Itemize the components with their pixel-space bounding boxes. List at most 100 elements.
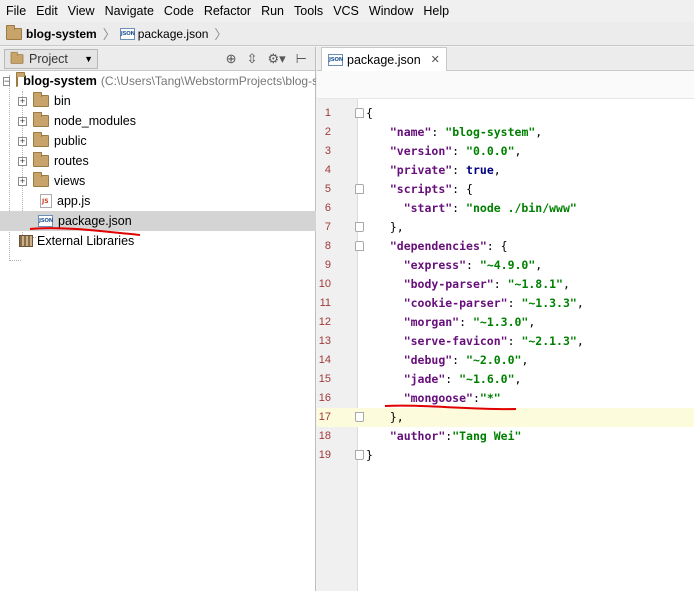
navigation-bar: blog-system 〉 JSON package.json 〉 (0, 22, 694, 46)
tree-item-routes[interactable]: + routes (0, 151, 316, 171)
code-line[interactable]: 11 "cookie-parser": "~1.3.3", (317, 294, 694, 313)
fold-icon[interactable] (355, 108, 364, 118)
line-number: 5 (324, 183, 331, 195)
folder-icon (33, 112, 49, 127)
fold-icon[interactable] (355, 450, 364, 460)
menu-view[interactable]: View (64, 0, 101, 22)
code-line[interactable]: 3 "version": "0.0.0", (317, 142, 694, 161)
line-number: 16 (318, 392, 331, 404)
code-line[interactable]: 19} (317, 446, 694, 465)
expand-icon[interactable]: + (18, 156, 27, 166)
menu-bar: File Edit View Navigate Code Refactor Run Tools… (0, 0, 694, 22)
tree-item-node-modules[interactable]: + node_modules (0, 111, 316, 131)
line-number: 3 (324, 145, 331, 157)
code-line[interactable]: 16 "mongoose":"*" (317, 389, 694, 408)
root-path: (C:\Users\Tang\WebstormProjects\blog-sys… (100, 74, 316, 88)
line-number: 10 (318, 278, 331, 290)
folder-icon (16, 72, 26, 87)
code-text: "morgan": "~1.3.0", (403, 315, 536, 329)
code-line[interactable]: 12 "morgan": "~1.3.0", (317, 313, 694, 332)
tree-item-views[interactable]: + views (0, 171, 316, 191)
tree-item-app-js[interactable]: JS app.js (0, 191, 316, 211)
menu-navigate[interactable]: Navigate (101, 0, 160, 22)
breadcrumb-project-label: blog-system (26, 26, 97, 41)
project-panel-header: Project ▼ ⊕ ⇳ ⚙▾ ⊢ (0, 47, 315, 71)
line-number: 17 (318, 411, 331, 423)
menu-file[interactable]: File (2, 0, 32, 22)
editor-tab-label: package.json (347, 52, 421, 67)
breadcrumb-file-label: package.json (137, 26, 209, 41)
code-text: "start": "node ./bin/www" (403, 201, 577, 215)
expand-icon[interactable]: + (18, 116, 27, 126)
menu-code[interactable]: Code (160, 0, 200, 22)
line-number: 7 (324, 221, 331, 233)
project-tree: − blog-system (C:\Users\Tang\WebstormPro… (0, 71, 316, 591)
code-line[interactable]: 4 "private": true, (317, 161, 694, 180)
close-icon[interactable]: ✕ (431, 53, 440, 66)
expand-icon[interactable]: + (18, 96, 27, 106)
locate-icon[interactable]: ⊕ (226, 51, 237, 67)
code-line[interactable]: 5 "scripts": { (317, 180, 694, 199)
code-text: "name": "blog-system", (389, 125, 543, 139)
editor-top-stripe (317, 71, 694, 99)
gear-icon[interactable]: ⚙▾ (267, 51, 285, 67)
code-text: { (366, 106, 373, 120)
collapse-all-icon[interactable]: ⇳ (247, 51, 258, 67)
tree-item-public[interactable]: + public (0, 131, 316, 151)
code-line[interactable]: 1{ (317, 104, 694, 123)
folder-icon (33, 92, 49, 107)
hide-panel-icon[interactable]: ⊢ (296, 51, 307, 67)
expand-icon[interactable]: + (18, 136, 27, 146)
fold-icon[interactable] (355, 222, 364, 232)
code-text: "cookie-parser": "~1.3.3", (403, 296, 584, 310)
code-line[interactable]: 6 "start": "node ./bin/www" (317, 199, 694, 218)
tree-root[interactable]: − blog-system (C:\Users\Tang\WebstormPro… (0, 71, 316, 91)
code-line[interactable]: 13 "serve-favicon": "~2.1.3", (317, 332, 694, 351)
line-number: 9 (324, 259, 331, 271)
line-number: 8 (324, 240, 331, 252)
code-text: "serve-favicon": "~2.1.3", (403, 334, 584, 348)
code-line[interactable]: 8 "dependencies": { (317, 237, 694, 256)
code-line[interactable]: 14 "debug": "~2.0.0", (317, 351, 694, 370)
menu-help[interactable]: Help (419, 0, 455, 22)
code-text: "dependencies": { (389, 239, 508, 253)
breadcrumb-project[interactable]: blog-system (6, 22, 97, 46)
project-view-dropdown[interactable]: Project ▼ (4, 48, 98, 69)
fold-icon[interactable] (355, 412, 364, 422)
collapse-icon[interactable]: − (3, 76, 11, 86)
folder-icon (33, 172, 49, 187)
code-area[interactable]: 1{2 "name": "blog-system", 3 "version": "… (317, 104, 694, 465)
tree-item-label: package.json (58, 214, 132, 228)
code-text: "express": "~4.9.0", (403, 258, 543, 272)
menu-vcs[interactable]: VCS (329, 0, 365, 22)
code-line[interactable]: 15 "jade": "~1.6.0", (317, 370, 694, 389)
code-line[interactable]: 9 "express": "~4.9.0", (317, 256, 694, 275)
menu-refactor[interactable]: Refactor (200, 0, 257, 22)
code-line[interactable]: 18 "author":"Tang Wei" (317, 427, 694, 446)
menu-window[interactable]: Window (365, 0, 419, 22)
tree-item-bin[interactable]: + bin (0, 91, 316, 111)
fold-icon[interactable] (355, 241, 364, 251)
expand-icon[interactable]: + (18, 176, 27, 186)
fold-icon[interactable] (355, 184, 364, 194)
code-text: "version": "0.0.0", (389, 144, 522, 158)
tree-item-external-libraries[interactable]: External Libraries (0, 231, 316, 251)
line-number: 11 (319, 297, 331, 309)
code-line[interactable]: 2 "name": "blog-system", (317, 123, 694, 142)
line-number: 12 (318, 316, 331, 328)
code-line[interactable]: 10 "body-parser": "~1.8.1", (317, 275, 694, 294)
tree-item-package-json[interactable]: JSON package.json (0, 211, 316, 231)
menu-edit[interactable]: Edit (32, 0, 64, 22)
menu-tools[interactable]: Tools (290, 0, 329, 22)
code-line[interactable]: 17 }, (317, 408, 694, 427)
folder-icon (6, 24, 22, 40)
menu-run[interactable]: Run (257, 0, 290, 22)
tree-item-label: External Libraries (37, 234, 135, 248)
code-text: "debug": "~2.0.0", (403, 353, 529, 367)
breadcrumb-file[interactable]: JSON package.json (119, 22, 209, 46)
editor-tab-package-json[interactable]: JSON package.json ✕ (321, 47, 447, 71)
json-file-icon: JSON (38, 215, 53, 227)
code-line[interactable]: 7 }, (317, 218, 694, 237)
tree-item-label: bin (54, 94, 71, 108)
project-panel: Project ▼ ⊕ ⇳ ⚙▾ ⊢ − blog-system (C:\Use… (0, 47, 316, 591)
